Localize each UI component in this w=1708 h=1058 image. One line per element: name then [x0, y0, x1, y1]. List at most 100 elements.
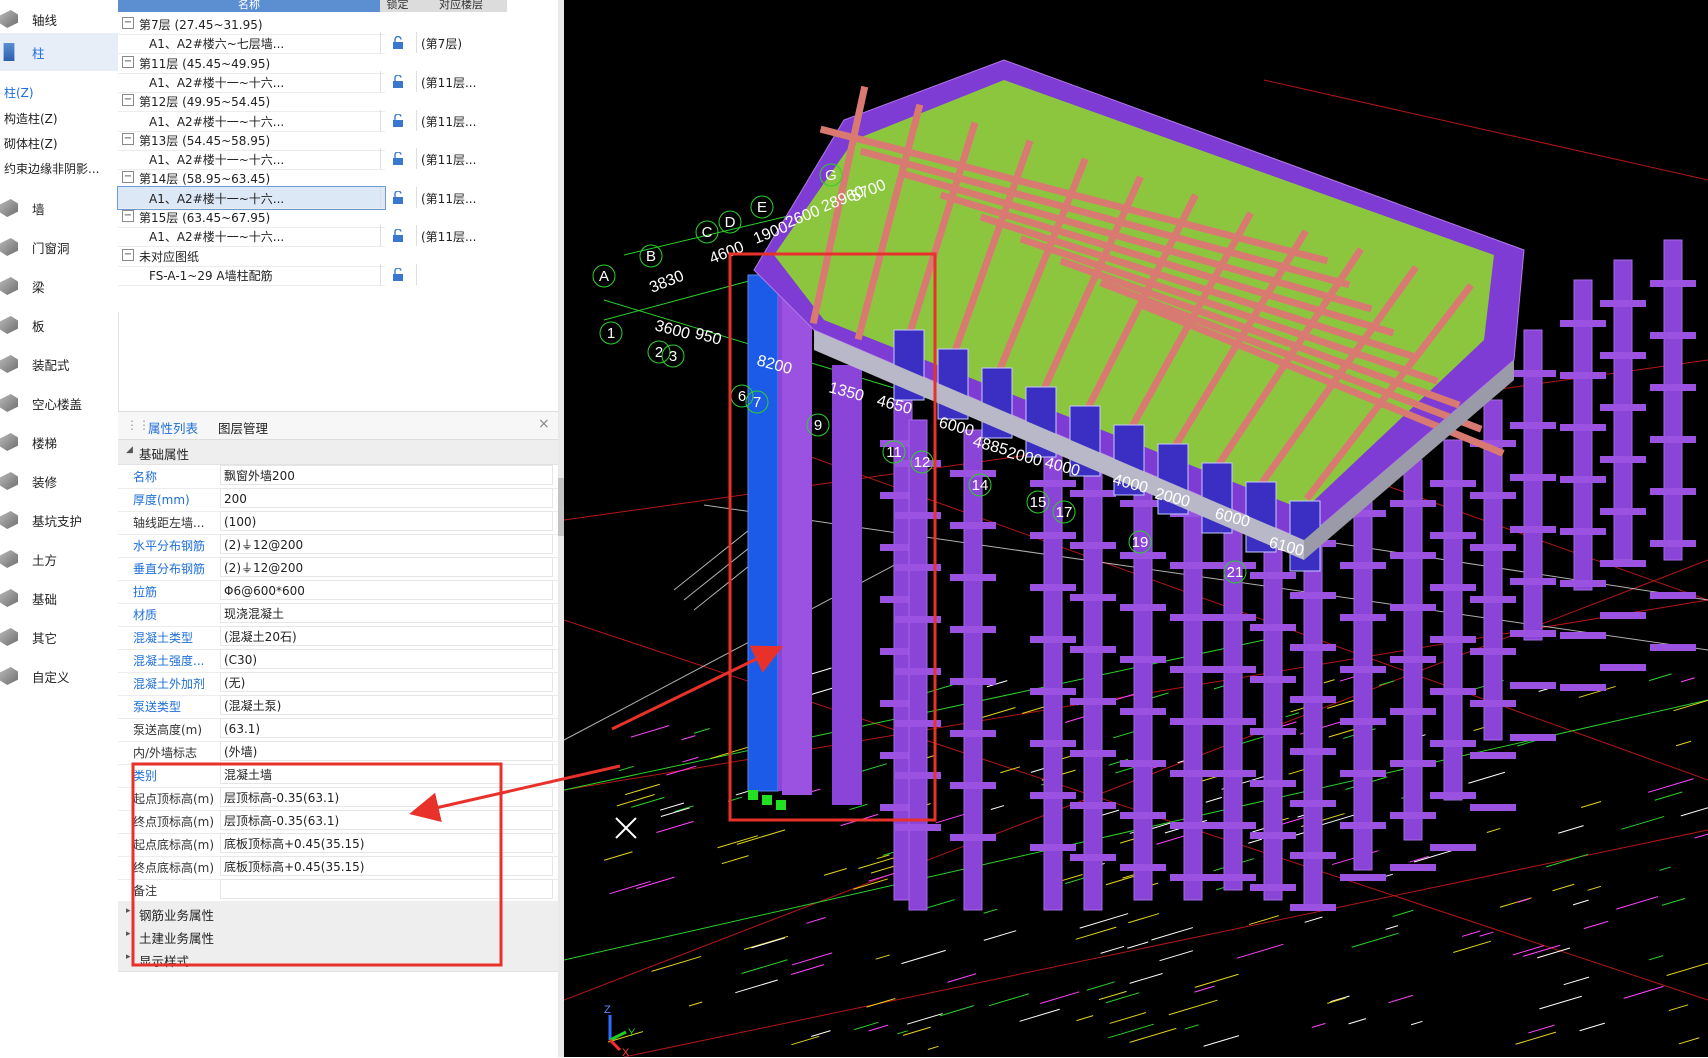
lock-icon[interactable] — [380, 109, 417, 131]
property-value-field[interactable]: (无) — [220, 672, 553, 692]
wall-rung — [1070, 490, 1116, 497]
wall-rung — [1470, 492, 1516, 499]
property-value-field[interactable]: (混凝土泵) — [220, 695, 553, 715]
lock-icon[interactable] — [380, 148, 417, 170]
tree-header-name[interactable]: 名称 — [118, 0, 380, 12]
lock-icon[interactable] — [380, 186, 417, 208]
property-value-field[interactable]: (63.1) — [220, 718, 553, 738]
column-subtype-item[interactable]: 构造柱(Z) — [4, 110, 58, 127]
tab-layer-manager[interactable]: 图层管理 — [218, 418, 268, 437]
property-value-field[interactable]: 层顶标高-0.35(63.1) — [220, 810, 553, 830]
sidebar-item-hollow-floor[interactable]: 空心楼盖 — [0, 384, 118, 422]
sidebar-item-slab[interactable]: 板 — [0, 306, 118, 344]
property-value-field[interactable]: Φ6@600*600 — [220, 580, 553, 600]
property-value-field[interactable]: 现浇混凝土 — [220, 603, 553, 623]
lock-icon[interactable] — [380, 263, 417, 285]
collapse-toggle-icon[interactable]: − — [122, 94, 134, 107]
collapse-arrow-icon[interactable]: ▸ — [126, 906, 131, 916]
property-value-field[interactable]: (混凝土20石) — [220, 626, 553, 646]
column-subtype-item[interactable]: 约束边缘非阴影... — [4, 160, 99, 177]
wall-rung — [1510, 682, 1556, 689]
sidebar-item-door-window[interactable]: 门窗洞 — [0, 228, 118, 266]
sidebar-item-other[interactable]: 其它 — [0, 618, 118, 656]
wall-pier-front[interactable] — [832, 365, 862, 805]
collapse-arrow-icon[interactable]: ▸ — [126, 952, 131, 962]
property-value-field[interactable]: (外墙) — [220, 741, 553, 761]
sidebar-item-custom[interactable]: 自定义 — [0, 657, 118, 695]
column-subtype-item[interactable]: 柱(Z) — [4, 84, 34, 101]
tab-property-list[interactable]: 属性列表 — [148, 418, 198, 437]
axis-bubble-label: 11 — [886, 444, 902, 461]
property-name: 备注 — [133, 884, 158, 898]
sidebar-item-column[interactable]: 柱 — [0, 33, 118, 71]
section-display-style[interactable]: ▸ 显示样式 — [118, 947, 558, 972]
property-value-field[interactable]: 层顶标高-0.35(63.1) — [220, 787, 553, 807]
collapse-arrow-icon[interactable]: ▸ — [126, 929, 131, 939]
wall-pier[interactable] — [1183, 469, 1203, 901]
3d-viewport[interactable]: A B C D E G 1 2 3 6 7 9 11 12 14 15 17 19 21 3830 4600 1900 2… — [564, 0, 1708, 1057]
property-value-field[interactable]: (100) — [220, 511, 553, 531]
tree-header-lock[interactable]: 锁定 — [380, 0, 415, 12]
grip-point[interactable] — [762, 795, 772, 805]
wall-rung — [1170, 718, 1216, 725]
close-icon[interactable]: × — [538, 416, 550, 432]
wall-rung — [895, 616, 941, 623]
expand-arrow-icon[interactable]: ◢ — [126, 445, 133, 455]
dimension-label: 3600 — [653, 317, 692, 343]
sidebar-item-label: 楼梯 — [32, 435, 58, 451]
lock-icon[interactable] — [380, 225, 417, 247]
wall-rung — [1650, 644, 1696, 651]
collapse-toggle-icon[interactable]: − — [122, 17, 134, 29]
tree-header-floor[interactable]: 对应楼层 — [415, 0, 507, 12]
property-value-field[interactable]: (2)⏚12@200 — [220, 534, 553, 554]
sidebar-item-pit-support[interactable]: 基坑支护 — [0, 501, 118, 539]
property-value-field[interactable]: 底板顶标高+0.45(35.15) — [220, 833, 553, 853]
wall-pier[interactable] — [1133, 459, 1153, 901]
section-civil-properties[interactable]: ▸ 土建业务属性 — [118, 924, 558, 949]
property-value-field[interactable] — [220, 879, 553, 899]
unlock-icon[interactable] — [380, 32, 417, 54]
collapse-toggle-icon[interactable]: − — [122, 132, 134, 145]
wall-rung — [1070, 594, 1116, 601]
property-row: 水平分布钢筋 (2)⏚12@200 — [118, 533, 558, 558]
section-basic-properties[interactable]: ◢ 基础属性 — [118, 440, 558, 465]
wall-rung — [1210, 718, 1256, 725]
tree-group-label: 未对应图纸 — [139, 249, 200, 264]
axis-bubble-label: 14 — [972, 477, 989, 494]
tree-drawing-row[interactable]: FS-A-1~29 A墙柱配筋 — [118, 263, 417, 286]
wall-pier[interactable] — [1403, 459, 1423, 841]
collapse-toggle-icon[interactable]: − — [122, 171, 134, 184]
wall-pier[interactable] — [1663, 239, 1683, 561]
wall-pier[interactable] — [908, 419, 928, 911]
grip-point[interactable] — [776, 800, 786, 810]
drag-handle-icon[interactable]: ⋮⋮ — [126, 418, 150, 432]
property-value-field[interactable]: (2)⏚12@200 — [220, 557, 553, 577]
sidebar-item-decoration[interactable]: 装修 — [0, 462, 118, 500]
property-value-field[interactable]: 飘窗外墙200 — [220, 465, 553, 485]
property-value-field[interactable]: 混凝土墙 — [220, 764, 553, 784]
sidebar-item-wall[interactable]: 墙 — [0, 189, 118, 227]
property-value-field[interactable]: 底板顶标高+0.45(35.15) — [220, 856, 553, 876]
lock-icon[interactable] — [380, 70, 417, 92]
property-name: 内/外墙标志 — [133, 746, 198, 760]
sidebar-item-earthwork[interactable]: 土方 — [0, 540, 118, 578]
axis-bubble-label: C — [702, 224, 713, 241]
property-value-field[interactable]: 200 — [220, 488, 553, 508]
property-name: 类别 — [133, 769, 158, 783]
column-subtype-item[interactable]: 砌体柱(Z) — [4, 135, 58, 152]
sidebar-item-beam[interactable]: 梁 — [0, 267, 118, 305]
grip-point[interactable] — [748, 790, 758, 800]
drawing-floor: (第11层... — [421, 230, 477, 245]
wall-rung — [1560, 632, 1606, 639]
wall-pier[interactable] — [1083, 449, 1103, 911]
model-canvas[interactable]: ABCDEG12 36 7911121415171921 3830460019002… — [564, 0, 1708, 1057]
wall-rung — [1390, 552, 1436, 559]
collapse-toggle-icon[interactable]: − — [122, 248, 134, 261]
sidebar-item-stair[interactable]: 楼梯 — [0, 423, 118, 461]
sidebar-item-foundation[interactable]: 基础 — [0, 579, 118, 617]
collapse-toggle-icon[interactable]: − — [122, 55, 134, 68]
property-value-field[interactable]: (C30) — [220, 649, 553, 669]
collapse-toggle-icon[interactable]: − — [122, 210, 134, 222]
sidebar-item-prefab[interactable]: 装配式 — [0, 345, 118, 383]
section-rebar-properties[interactable]: ▸ 钢筋业务属性 — [118, 901, 558, 926]
